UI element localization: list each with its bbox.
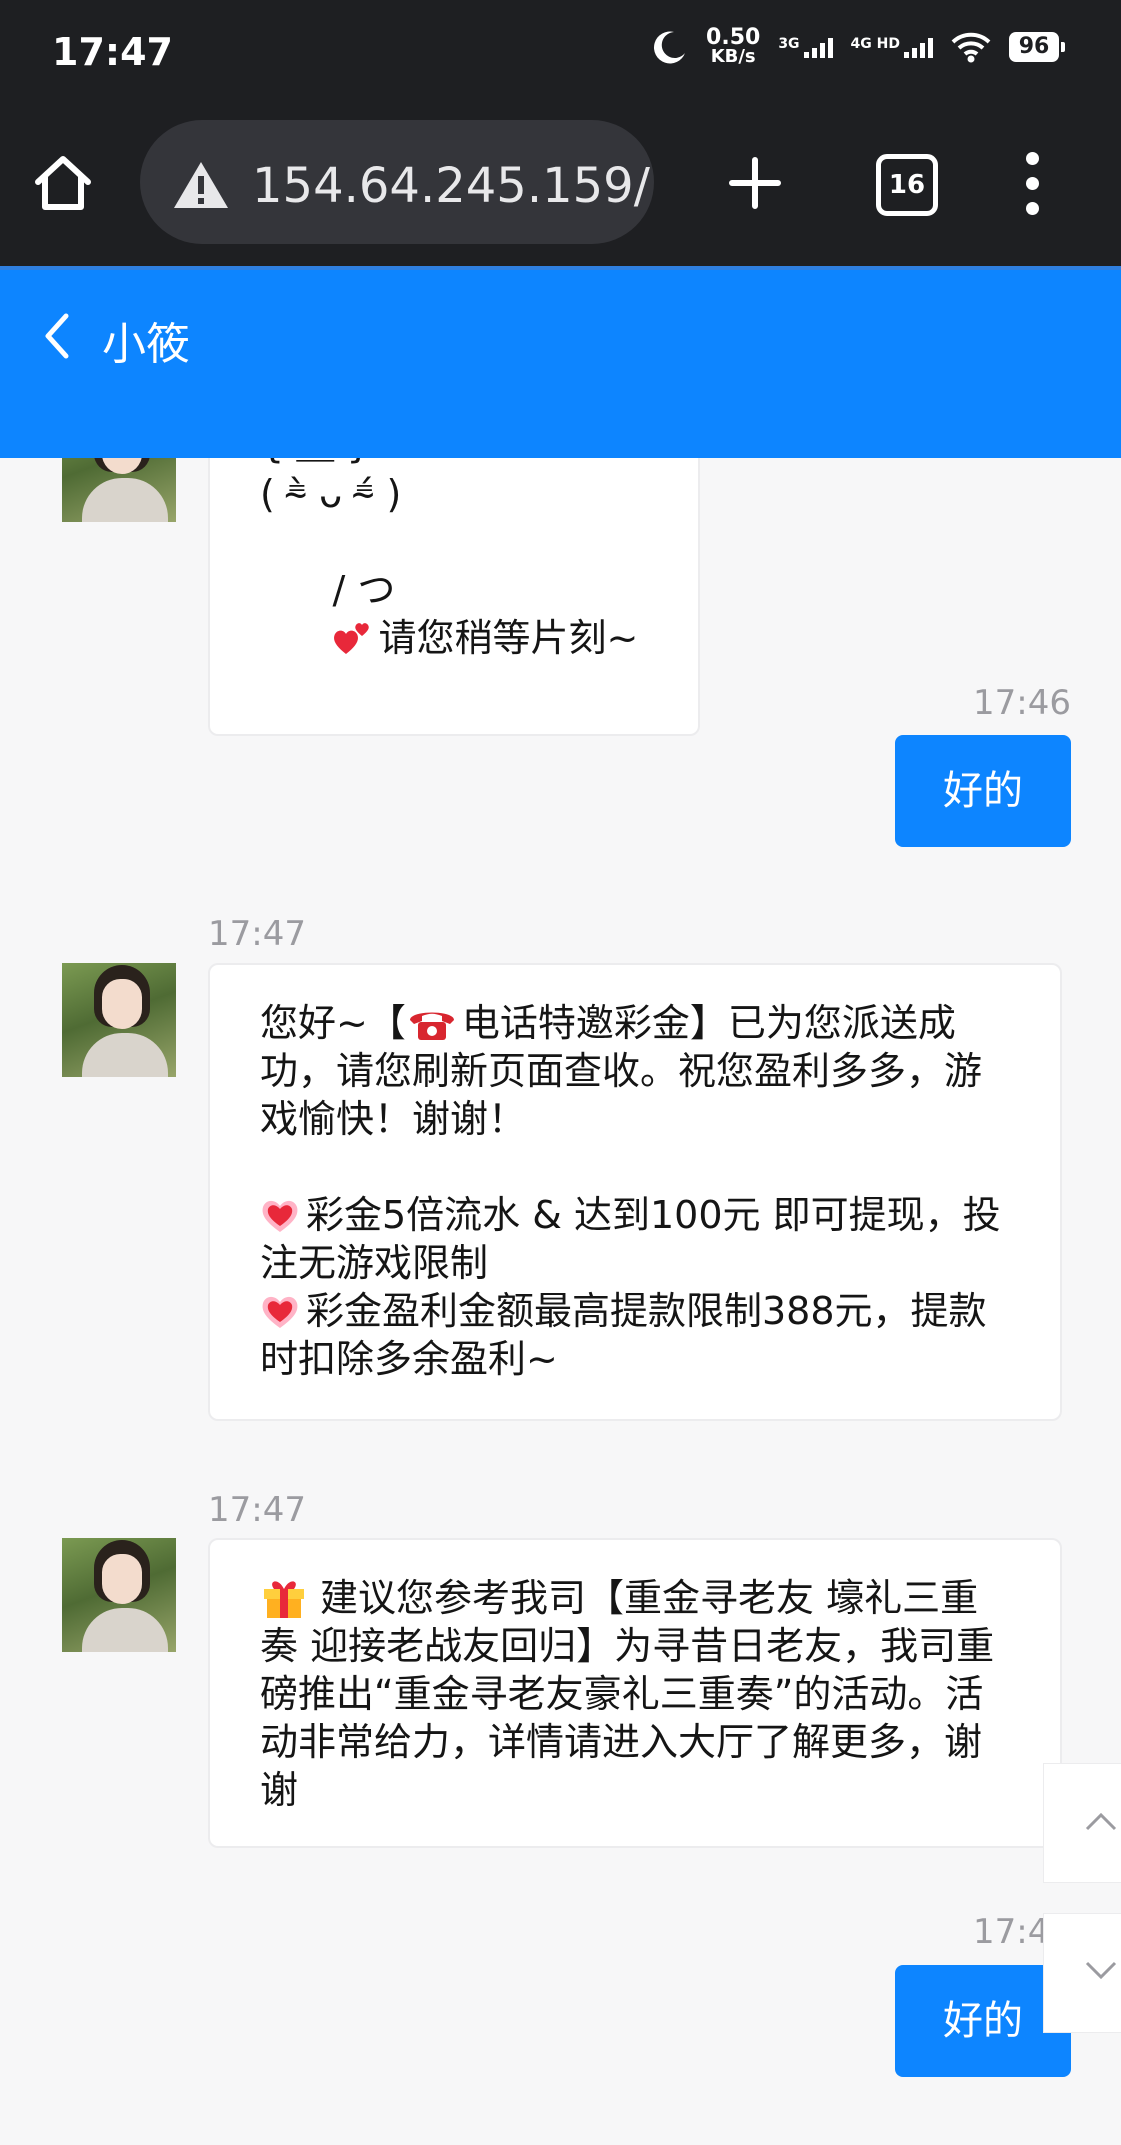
chat-header: 小筱 bbox=[0, 270, 1121, 458]
agent-avatar bbox=[62, 1538, 176, 1652]
agent-avatar bbox=[62, 458, 176, 522]
status-bar: 17:47 0.50 KB/s 3G 4G HD 96 bbox=[0, 0, 1121, 108]
signal-bars-icon bbox=[904, 36, 933, 58]
pink-heart-icon bbox=[262, 1200, 298, 1232]
signal-4g: 4G HD bbox=[851, 36, 933, 58]
new-tab-plus-icon[interactable] bbox=[722, 150, 788, 216]
message-text: 您好~【 bbox=[260, 1001, 406, 1045]
message-text: / つ bbox=[332, 568, 396, 612]
telephone-icon bbox=[409, 1012, 454, 1040]
message-bubble-incoming: { ＿ } ( ⁼̴̀ ᴗ ⁼̴́ ) / つ 请您稍等片刻~ bbox=[208, 458, 700, 736]
message-bubble-outgoing: 好的 bbox=[895, 735, 1071, 847]
url-text[interactable]: 154.64.245.159/ bbox=[252, 158, 650, 214]
moon-icon bbox=[654, 31, 686, 64]
battery-indicator: 96 bbox=[1009, 32, 1065, 62]
message-text: 彩金5倍流水 & 达到100元 即可提现，投注无游戏限制 bbox=[260, 1193, 1001, 1285]
message-bubble-incoming: 建议您参考我司【重金寻老友 壕礼三重奏 迎接老战友回归】为寻昔日老友，我司重磅推… bbox=[208, 1538, 1062, 1848]
message-text: 建议您参考我司【重金寻老友 壕礼三重奏 迎接老战友回归】为寻昔日老友，我司重磅推… bbox=[260, 1576, 995, 1812]
message-timestamp: 17:46 bbox=[973, 683, 1071, 723]
warning-icon[interactable] bbox=[172, 160, 230, 210]
chat-message-list[interactable]: { ＿ } ( ⁼̴̀ ᴗ ⁼̴́ ) / つ 请您稍等片刻~ 17:46 好的… bbox=[0, 458, 1121, 2145]
home-icon[interactable] bbox=[30, 150, 96, 216]
more-menu-icon[interactable] bbox=[1022, 152, 1042, 216]
message-timestamp: 17:47 bbox=[208, 1490, 306, 1530]
wifi-icon bbox=[951, 32, 991, 63]
agent-avatar bbox=[62, 963, 176, 1077]
message-text: 彩金盈利金额最高提款限制388元，提款时扣除多余盈利~ bbox=[260, 1289, 987, 1381]
clock: 17:47 bbox=[52, 30, 173, 74]
message-text: { ＿ } bbox=[260, 458, 648, 468]
signal-bars-icon bbox=[803, 36, 833, 58]
browser-toolbar: 154.64.245.159/ 16 bbox=[0, 108, 1121, 270]
two-hearts-icon bbox=[334, 623, 370, 654]
chevron-down-icon bbox=[1085, 1961, 1117, 1980]
page-title: 小筱 bbox=[102, 319, 190, 370]
address-bar[interactable]: 154.64.245.159/ bbox=[140, 120, 654, 244]
pink-heart-icon bbox=[262, 1296, 298, 1328]
gift-icon bbox=[264, 1581, 304, 1618]
message-bubble-incoming: 您好~【 电话特邀彩金】已为您派送成功，请您刷新页面查收。祝您盈利多多，游戏愉快… bbox=[208, 963, 1062, 1421]
status-icons: 0.50 KB/s 3G 4G HD 96 bbox=[652, 25, 1065, 67]
back-arrow-icon[interactable] bbox=[38, 308, 78, 364]
network-speed: 0.50 KB/s bbox=[706, 25, 761, 67]
scroll-up-button[interactable] bbox=[1043, 1763, 1121, 1883]
message-text: ( ⁼̴̀ ᴗ ⁼̴́ ) bbox=[260, 472, 402, 516]
scroll-down-button[interactable] bbox=[1043, 1913, 1121, 2033]
message-text: 请您稍等片刻~ bbox=[378, 616, 639, 660]
chevron-up-icon bbox=[1085, 1812, 1117, 1831]
message-timestamp: 17:47 bbox=[208, 914, 306, 954]
tab-switcher-button[interactable]: 16 bbox=[876, 154, 938, 216]
signal-3g: 3G bbox=[778, 36, 833, 58]
